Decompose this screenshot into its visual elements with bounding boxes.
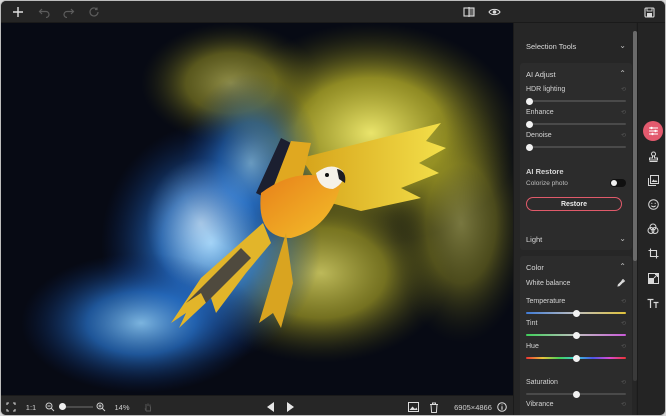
sliders-icon[interactable] xyxy=(643,121,663,141)
hue-label: Hue xyxy=(526,343,539,350)
tint-label: Tint xyxy=(526,320,538,327)
actual-size-button[interactable]: 1:1 xyxy=(24,400,38,414)
text-icon[interactable] xyxy=(643,293,663,313)
reset-icon[interactable]: ⟲ xyxy=(621,132,626,139)
reset-icon[interactable]: ⟲ xyxy=(621,343,626,350)
plus-icon[interactable] xyxy=(10,4,26,20)
colorize-photo-toggle[interactable] xyxy=(610,179,626,187)
temperature-label: Temperature xyxy=(526,298,566,305)
photo-editor-window: 1:1 14% 6905×4866 Selection Tools ⌄ AI A… xyxy=(0,0,666,416)
save-icon[interactable] xyxy=(641,4,657,20)
white-balance-label: White balance xyxy=(526,280,571,287)
hue-slider[interactable] xyxy=(526,354,626,362)
chevron-up-icon[interactable]: ⌃ xyxy=(619,69,626,78)
crop-icon[interactable] xyxy=(643,243,663,263)
selection-tools-section[interactable]: Selection Tools ⌄ xyxy=(520,35,632,57)
previous-image-icon[interactable] xyxy=(265,400,277,414)
denoise-label: Denoise xyxy=(526,132,552,139)
vibrance-label: Vibrance xyxy=(526,401,554,408)
bottom-bar: 1:1 14% 6905×4866 xyxy=(1,395,513,415)
reset-icon[interactable]: ⟲ xyxy=(621,86,626,93)
image-layers-icon[interactable] xyxy=(643,170,663,190)
colorize-photo-label: Colorize photo xyxy=(526,180,568,187)
chevron-up-icon[interactable]: ⌃ xyxy=(619,262,626,271)
color-title: Color xyxy=(526,263,544,272)
saturation-slider[interactable] xyxy=(526,390,626,398)
top-toolbar xyxy=(1,1,665,23)
adjustments-panel: Selection Tools ⌄ AI Adjust ⌃ HDR lighti… xyxy=(513,23,636,415)
enhance-knob[interactable] xyxy=(526,120,533,128)
hdr-lighting-label: HDR lighting xyxy=(526,86,566,93)
color-circles-icon[interactable] xyxy=(643,219,663,239)
temperature-slider[interactable] xyxy=(526,309,626,317)
tint-knob[interactable] xyxy=(572,331,580,339)
info-icon[interactable] xyxy=(496,400,508,414)
eye-icon[interactable] xyxy=(486,4,502,20)
trash-icon[interactable] xyxy=(428,400,440,414)
reset-icon[interactable]: ⟲ xyxy=(621,320,626,327)
selection-tools-title: Selection Tools xyxy=(526,42,577,51)
light-title: Light xyxy=(526,235,543,244)
fit-screen-icon[interactable] xyxy=(5,400,17,414)
image-icon[interactable] xyxy=(407,400,419,414)
reset-icon[interactable] xyxy=(86,4,102,20)
zoom-in-icon[interactable] xyxy=(95,400,107,414)
eyedropper-icon[interactable] xyxy=(617,278,626,289)
hdr-lighting-knob[interactable] xyxy=(526,97,533,105)
ai-restore-title: AI Restore xyxy=(526,167,564,176)
tint-slider[interactable] xyxy=(526,331,626,339)
stamp-icon[interactable] xyxy=(643,146,663,166)
image-dimensions: 6905×4866 xyxy=(454,402,492,412)
zoom-slider-knob[interactable] xyxy=(59,403,66,410)
saturation-label: Saturation xyxy=(526,379,558,386)
ai-adjust-section: AI Adjust ⌃ HDR lighting ⟲ Enhance ⟲ Den… xyxy=(520,63,632,243)
hue-knob[interactable] xyxy=(572,354,580,362)
reset-icon[interactable]: ⟲ xyxy=(621,401,626,408)
temperature-knob[interactable] xyxy=(572,309,580,317)
chevron-down-icon: ⌄ xyxy=(619,234,626,243)
denoise-knob[interactable] xyxy=(526,143,533,151)
ai-adjust-title: AI Adjust xyxy=(526,70,556,79)
restore-button[interactable]: Restore xyxy=(526,197,622,211)
reset-icon[interactable]: ⟲ xyxy=(621,298,626,305)
image-canvas[interactable] xyxy=(1,23,513,395)
resize-icon[interactable] xyxy=(643,268,663,288)
hand-icon[interactable] xyxy=(142,400,154,414)
hdr-lighting-slider[interactable] xyxy=(526,97,626,105)
tool-rail xyxy=(637,23,665,415)
undo-icon[interactable] xyxy=(36,4,52,20)
next-image-icon[interactable] xyxy=(284,400,296,414)
compare-icon[interactable] xyxy=(461,4,477,20)
zoom-out-icon[interactable] xyxy=(44,400,56,414)
face-icon[interactable] xyxy=(643,194,663,214)
redo-icon[interactable] xyxy=(61,4,77,20)
reset-icon[interactable]: ⟲ xyxy=(621,109,626,116)
saturation-knob[interactable] xyxy=(572,390,580,398)
light-section[interactable]: Light ⌄ xyxy=(520,228,632,250)
denoise-slider[interactable] xyxy=(526,143,626,151)
color-section: Color ⌃ White balance Temperature ⟲ Tint… xyxy=(520,256,632,415)
reset-icon[interactable]: ⟲ xyxy=(621,379,626,386)
chevron-down-icon: ⌄ xyxy=(619,41,626,50)
zoom-slider[interactable] xyxy=(59,400,93,414)
zoom-level: 14% xyxy=(114,402,130,412)
enhance-label: Enhance xyxy=(526,109,554,116)
parrot-photo xyxy=(1,23,513,395)
enhance-slider[interactable] xyxy=(526,120,626,128)
